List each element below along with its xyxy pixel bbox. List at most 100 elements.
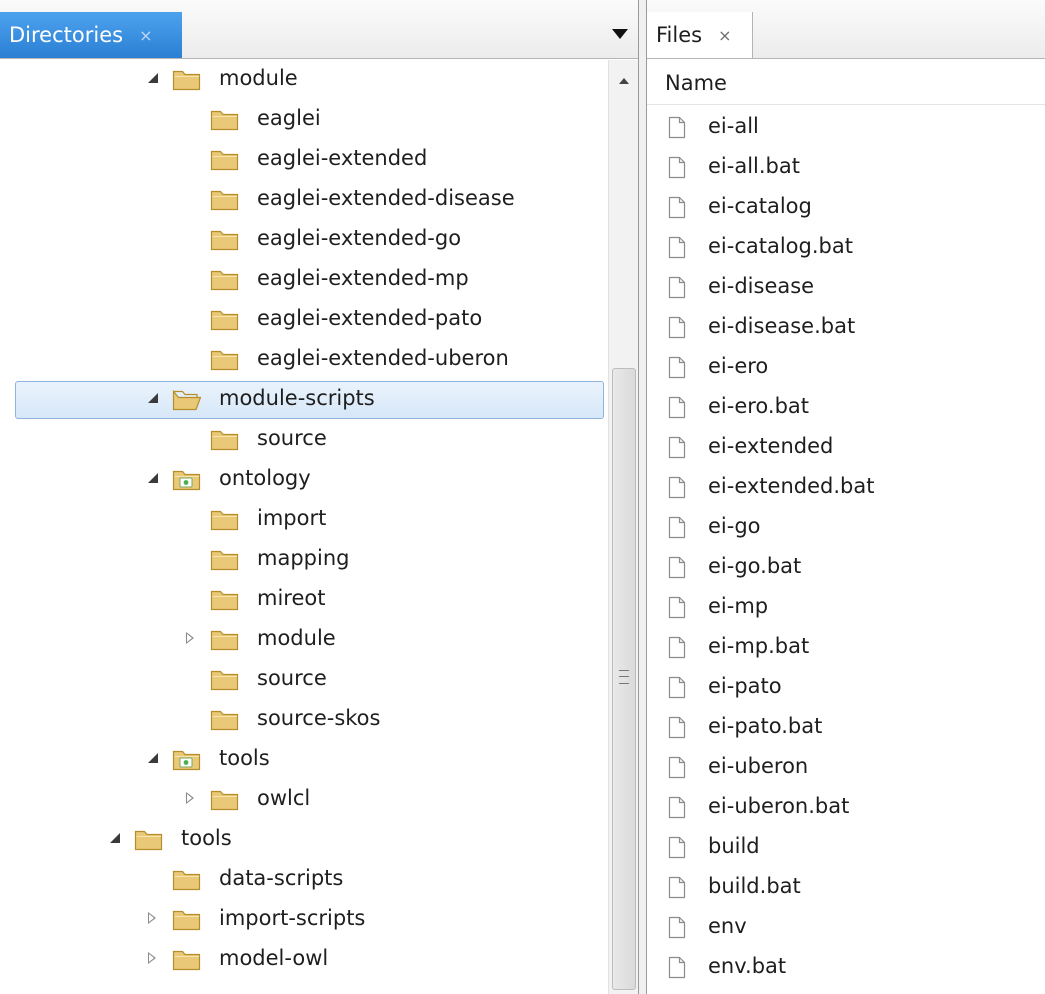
scrollbar-thumb[interactable] — [612, 368, 636, 990]
folder-icon — [210, 270, 239, 291]
file-list-item[interactable]: ei-all — [647, 108, 1045, 148]
tree-item[interactable]: source — [0, 420, 608, 460]
file-list-item[interactable]: ei-uberon.bat — [647, 788, 1045, 828]
tree-item[interactable]: tools — [0, 740, 608, 780]
collapsed-arrow-icon[interactable] — [148, 952, 156, 964]
file-list-item[interactable]: ei-mp.bat — [647, 628, 1045, 668]
file-list-item[interactable]: ei-mp — [647, 588, 1045, 628]
file-icon — [668, 476, 686, 499]
scroll-up-arrow-icon[interactable] — [619, 78, 629, 84]
panel-menu-dropdown-icon[interactable] — [612, 29, 628, 39]
tree-item-label: source-skos — [257, 706, 381, 730]
file-list-item[interactable]: ei-extended.bat — [647, 468, 1045, 508]
tree-item[interactable]: tools — [0, 820, 608, 860]
file-list-item[interactable]: ei-go.bat — [647, 548, 1045, 588]
file-name: ei-pato.bat — [708, 714, 823, 738]
expanded-arrow-icon[interactable] — [148, 393, 158, 403]
tree-item[interactable]: eaglei-extended-go — [0, 220, 608, 260]
file-list-item[interactable]: ei-ero.bat — [647, 388, 1045, 428]
tree-item[interactable]: eaglei — [0, 100, 608, 140]
tree-item[interactable]: eaglei-extended-pato — [0, 300, 608, 340]
tree-item[interactable]: data-scripts — [0, 860, 608, 900]
file-list-item[interactable]: ei-all.bat — [647, 148, 1045, 188]
tree-item[interactable]: import-scripts — [0, 900, 608, 940]
name-column-header[interactable]: Name — [647, 60, 1045, 105]
file-list-item[interactable]: ei-go — [647, 508, 1045, 548]
file-name: ei-ero.bat — [708, 394, 810, 418]
folder-icon — [172, 910, 201, 931]
tree-item[interactable]: model-owl — [0, 940, 608, 980]
folder-icon — [210, 670, 239, 691]
file-icon — [668, 796, 686, 819]
close-icon[interactable]: × — [139, 26, 152, 45]
file-list-item[interactable]: ei-uberon — [647, 748, 1045, 788]
tree-item[interactable]: mapping — [0, 540, 608, 580]
file-list-item[interactable]: ei-disease.bat — [647, 308, 1045, 348]
tree-item[interactable]: source-skos — [0, 700, 608, 740]
folder-icon — [134, 830, 163, 851]
file-name: ei-mp.bat — [708, 634, 810, 658]
file-list-item[interactable]: env — [647, 908, 1045, 948]
file-icon — [668, 756, 686, 779]
expanded-arrow-icon[interactable] — [148, 73, 158, 83]
file-list-item[interactable]: ei-disease — [647, 268, 1045, 308]
file-list-item[interactable]: ei-ero — [647, 348, 1045, 388]
tree-item[interactable]: eaglei-extended-mp — [0, 260, 608, 300]
expanded-arrow-icon[interactable] — [110, 833, 120, 843]
file-name: ei-uberon — [708, 754, 809, 778]
file-icon — [668, 236, 686, 259]
file-icon — [668, 196, 686, 219]
tree-item-label: eaglei-extended-go — [257, 226, 462, 250]
collapsed-arrow-icon[interactable] — [186, 792, 194, 804]
tree-item[interactable]: module — [0, 620, 608, 660]
vertical-scrollbar[interactable] — [608, 60, 638, 994]
file-name: ei-extended — [708, 434, 834, 458]
tree-item[interactable]: ontology — [0, 460, 608, 500]
file-list-item[interactable]: ei-catalog — [647, 188, 1045, 228]
tree-item[interactable]: owlcl — [0, 780, 608, 820]
tree-item[interactable]: mireot — [0, 580, 608, 620]
file-icon — [668, 556, 686, 579]
file-list-item[interactable]: build.bat — [647, 868, 1045, 908]
tree-item[interactable]: module — [0, 60, 608, 100]
tree-item[interactable]: module-scripts — [0, 380, 608, 420]
file-list-item[interactable]: build — [647, 828, 1045, 868]
file-icon — [668, 356, 686, 379]
tree-item-label: mapping — [257, 546, 350, 570]
file-name: ei-go.bat — [708, 554, 802, 578]
folder-icon — [210, 110, 239, 131]
file-name: ei-uberon.bat — [708, 794, 850, 818]
file-name: build — [708, 834, 760, 858]
tab-directories[interactable]: Directories × — [0, 12, 182, 58]
file-icon — [668, 396, 686, 419]
panel-splitter[interactable] — [639, 0, 646, 994]
tree-item-label: module — [219, 66, 298, 90]
file-list-item[interactable]: ei-extended — [647, 428, 1045, 468]
tree-item[interactable]: eaglei-extended-disease — [0, 180, 608, 220]
tree-item-label: module-scripts — [219, 386, 375, 410]
files-panel: Files × Name ei-all ei-all.bat ei-catalog e… — [646, 0, 1045, 994]
tab-files[interactable]: Files × — [647, 12, 753, 58]
file-list-item[interactable]: ei-catalog.bat — [647, 228, 1045, 268]
tree-item[interactable]: eaglei-extended-uberon — [0, 340, 608, 380]
file-name: ei-pato — [708, 674, 782, 698]
tab-directories-label: Directories — [9, 23, 124, 47]
folder-icon — [210, 230, 239, 251]
close-icon[interactable]: × — [718, 26, 731, 45]
tree-item[interactable]: import — [0, 500, 608, 540]
file-list-item[interactable]: ei-pato — [647, 668, 1045, 708]
collapsed-arrow-icon[interactable] — [186, 632, 194, 644]
tab-files-label: Files — [656, 23, 703, 47]
file-list-item[interactable]: env.bat — [647, 948, 1045, 988]
tree-item-label: eaglei-extended-pato — [257, 306, 483, 330]
file-list-item[interactable]: ei-pato.bat — [647, 708, 1045, 748]
tree-item-label: tools — [219, 746, 270, 770]
tree-item[interactable]: eaglei-extended — [0, 140, 608, 180]
file-name: ei-catalog — [708, 194, 812, 218]
collapsed-arrow-icon[interactable] — [148, 912, 156, 924]
tree-item-label: eaglei-extended — [257, 146, 428, 170]
expanded-arrow-icon[interactable] — [148, 473, 158, 483]
tree-item[interactable]: source — [0, 660, 608, 700]
expanded-arrow-icon[interactable] — [148, 753, 158, 763]
file-name: ei-disease — [708, 274, 815, 298]
